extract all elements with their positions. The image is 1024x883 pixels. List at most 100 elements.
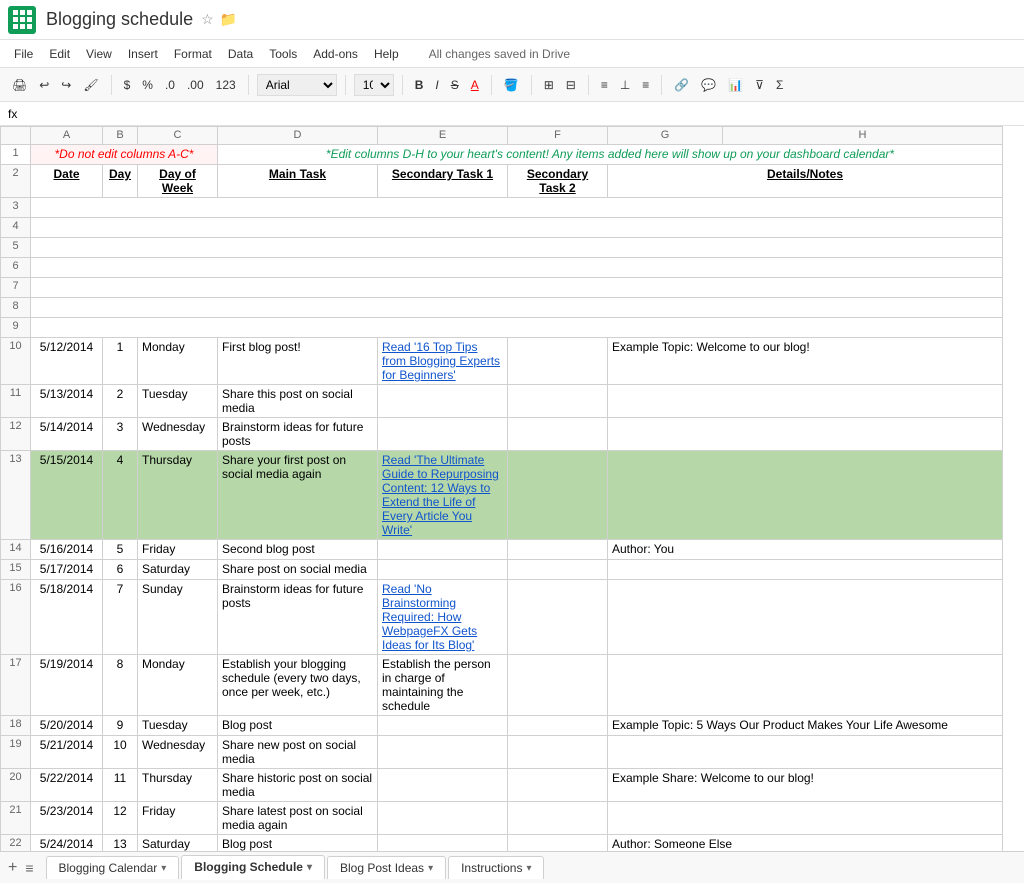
cell-sec2-21[interactable] xyxy=(508,802,608,835)
cell-dow-12[interactable]: Wednesday xyxy=(138,418,218,451)
sheet-menu-btn[interactable]: ≡ xyxy=(25,860,33,876)
cell-day-17[interactable]: 8 xyxy=(103,655,138,716)
cell-sec1-16[interactable]: Read 'No Brainstorming Required: How Web… xyxy=(378,580,508,655)
cell-date-13[interactable]: 5/15/2014 xyxy=(31,451,103,540)
cell-main-12[interactable]: Brainstorm ideas for future posts xyxy=(218,418,378,451)
cell-sec1-22[interactable] xyxy=(378,835,508,852)
cell-dow-13[interactable]: Thursday xyxy=(138,451,218,540)
cell-notes-19[interactable] xyxy=(608,736,1003,769)
cell-main-17[interactable]: Establish your blogging schedule (every … xyxy=(218,655,378,716)
cell-day-11[interactable]: 2 xyxy=(103,385,138,418)
cell-dow-22[interactable]: Saturday xyxy=(138,835,218,852)
align-center-btn[interactable]: ⊥ xyxy=(616,76,634,94)
col-header-h[interactable]: H xyxy=(723,127,1003,145)
cell-sec2-19[interactable] xyxy=(508,736,608,769)
cell-main-20[interactable]: Share historic post on social media xyxy=(218,769,378,802)
cell-dow-15[interactable]: Saturday xyxy=(138,560,218,580)
cell-sec2-10[interactable] xyxy=(508,338,608,385)
cell-dow-17[interactable]: Monday xyxy=(138,655,218,716)
cell-day-14[interactable]: 5 xyxy=(103,540,138,560)
folder-icon[interactable]: 📁 xyxy=(220,11,237,28)
cell-dow-14[interactable]: Friday xyxy=(138,540,218,560)
cell-date-11[interactable]: 5/13/2014 xyxy=(31,385,103,418)
align-left-btn[interactable]: ≡ xyxy=(597,76,612,94)
undo-btn[interactable]: ↩ xyxy=(35,76,53,94)
cell-sec2-18[interactable] xyxy=(508,716,608,736)
cell-notes-15[interactable] xyxy=(608,560,1003,580)
cell-notes-21[interactable] xyxy=(608,802,1003,835)
align-right-btn[interactable]: ≡ xyxy=(638,76,653,94)
cell-date-22[interactable]: 5/24/2014 xyxy=(31,835,103,852)
print-btn[interactable]: 🖨 xyxy=(8,76,31,94)
cell-notes-10[interactable]: Example Topic: Welcome to our blog! xyxy=(608,338,1003,385)
menu-insert[interactable]: Insert xyxy=(122,45,164,63)
cell-notes-13[interactable] xyxy=(608,451,1003,540)
cell-main-16[interactable]: Brainstorm ideas for future posts xyxy=(218,580,378,655)
filter-btn[interactable]: ⊽ xyxy=(751,76,768,94)
menu-format[interactable]: Format xyxy=(168,45,218,63)
cell-6[interactable] xyxy=(31,258,1003,278)
cell-3[interactable] xyxy=(31,198,1003,218)
paint-format-btn[interactable]: 🖌 xyxy=(79,76,102,94)
sec1-link[interactable]: Read '16 Top Tips from Blogging Experts … xyxy=(382,340,500,382)
cell-sec1-14[interactable] xyxy=(378,540,508,560)
cell-main-18[interactable]: Blog post xyxy=(218,716,378,736)
col-header-g[interactable]: G xyxy=(608,127,723,145)
col-header-d[interactable]: D xyxy=(218,127,378,145)
cell-date-19[interactable]: 5/21/2014 xyxy=(31,736,103,769)
font-selector[interactable]: Arial xyxy=(257,74,337,96)
cell-day-15[interactable]: 6 xyxy=(103,560,138,580)
tab-dropdown-calendar[interactable]: ▾ xyxy=(161,863,166,874)
cell-date-10[interactable]: 5/12/2014 xyxy=(31,338,103,385)
cell-sec1-21[interactable] xyxy=(378,802,508,835)
cell-date-20[interactable]: 5/22/2014 xyxy=(31,769,103,802)
col-header-f[interactable]: F xyxy=(508,127,608,145)
cell-sec2-13[interactable] xyxy=(508,451,608,540)
comment-btn[interactable]: 💬 xyxy=(697,76,720,94)
borders-btn[interactable]: ⊞ xyxy=(540,76,558,94)
percent-btn[interactable]: % xyxy=(138,76,157,94)
cell-8[interactable] xyxy=(31,298,1003,318)
cell-main-15[interactable]: Share post on social media xyxy=(218,560,378,580)
cell-notes-11[interactable] xyxy=(608,385,1003,418)
function-btn[interactable]: Σ xyxy=(772,76,787,94)
cell-sec1-19[interactable] xyxy=(378,736,508,769)
cell-main-21[interactable]: Share latest post on social media again xyxy=(218,802,378,835)
header-notes[interactable]: Details/Notes xyxy=(608,165,1003,198)
menu-addons[interactable]: Add-ons xyxy=(307,45,364,63)
redo-btn[interactable]: ↪ xyxy=(57,76,75,94)
cell-day-19[interactable]: 10 xyxy=(103,736,138,769)
menu-tools[interactable]: Tools xyxy=(263,45,303,63)
cell-notes-16[interactable] xyxy=(608,580,1003,655)
menu-help[interactable]: Help xyxy=(368,45,405,63)
cell-sec2-15[interactable] xyxy=(508,560,608,580)
cell-day-10[interactable]: 1 xyxy=(103,338,138,385)
currency-btn[interactable]: $ xyxy=(120,76,135,94)
cell-date-17[interactable]: 5/19/2014 xyxy=(31,655,103,716)
cell-dow-11[interactable]: Tuesday xyxy=(138,385,218,418)
cell-sec2-22[interactable] xyxy=(508,835,608,852)
cell-dow-21[interactable]: Friday xyxy=(138,802,218,835)
sec1-link[interactable]: Read 'No Brainstorming Required: How Web… xyxy=(382,582,477,652)
decimal-increase-btn[interactable]: .00 xyxy=(183,76,208,94)
cell-notes-20[interactable]: Example Share: Welcome to our blog! xyxy=(608,769,1003,802)
cell-sec1-13[interactable]: Read 'The Ultimate Guide to Repurposing … xyxy=(378,451,508,540)
cell-date-15[interactable]: 5/17/2014 xyxy=(31,560,103,580)
cell-sec2-14[interactable] xyxy=(508,540,608,560)
col-header-e[interactable]: E xyxy=(378,127,508,145)
cell-day-12[interactable]: 3 xyxy=(103,418,138,451)
tab-blog-post-ideas[interactable]: Blog Post Ideas ▾ xyxy=(327,856,446,879)
cell-9[interactable] xyxy=(31,318,1003,338)
chart-btn[interactable]: 📊 xyxy=(724,76,747,94)
italic-btn[interactable]: I xyxy=(431,76,442,94)
cell-7[interactable] xyxy=(31,278,1003,298)
cell-5[interactable] xyxy=(31,238,1003,258)
menu-data[interactable]: Data xyxy=(222,45,259,63)
cell-main-11[interactable]: Share this post on social media xyxy=(218,385,378,418)
cell-day-18[interactable]: 9 xyxy=(103,716,138,736)
cell-sec1-17[interactable]: Establish the person in charge of mainta… xyxy=(378,655,508,716)
header-sec1[interactable]: Secondary Task 1 xyxy=(378,165,508,198)
cell-main-10[interactable]: First blog post! xyxy=(218,338,378,385)
cell-date-21[interactable]: 5/23/2014 xyxy=(31,802,103,835)
cell-sec1-20[interactable] xyxy=(378,769,508,802)
